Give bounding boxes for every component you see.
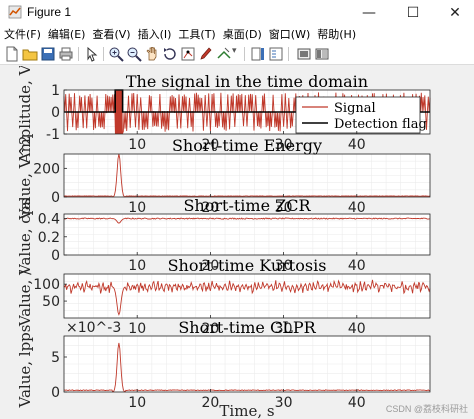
open-file-icon[interactable] — [22, 46, 38, 62]
menu-desktop[interactable]: 桌面(D) — [223, 26, 262, 42]
axes-title: Short-time CLPR — [178, 318, 316, 337]
pointer-icon[interactable] — [84, 46, 100, 62]
insert-colorbar-icon[interactable] — [250, 46, 266, 62]
legend-signal-label: Signal — [334, 101, 376, 116]
toolbar-separator — [103, 47, 104, 61]
menu-view[interactable]: 查看(V) — [92, 26, 130, 42]
menu-tools[interactable]: 工具(T) — [178, 26, 215, 42]
brush-icon[interactable] — [198, 46, 214, 62]
x-tick-label: 20 — [201, 395, 219, 411]
x-tick-label: 40 — [348, 321, 366, 337]
new-figure-icon[interactable] — [4, 46, 20, 62]
y-tick-label: 0 — [51, 385, 60, 401]
insert-legend-icon[interactable] — [268, 46, 284, 62]
y-multiplier-label: ×10^-3 — [66, 320, 121, 336]
zoom-in-icon[interactable] — [108, 46, 124, 62]
toolbar-separator — [288, 47, 289, 61]
x-tick-label: 40 — [348, 395, 366, 411]
axes-title: Short-time Kurtosis — [168, 256, 327, 275]
y-tick-label: 100 — [33, 277, 60, 293]
menu-insert[interactable]: 插入(I) — [138, 26, 172, 42]
hide-plot-tools-icon[interactable] — [296, 46, 312, 62]
minimize-button[interactable]: — — [349, 0, 389, 25]
menu-window[interactable]: 窗口(W) — [269, 26, 310, 42]
y-axis-label: Value, cps — [16, 198, 34, 276]
y-axis-label: Value, / — [16, 269, 34, 327]
signal-burst — [115, 90, 123, 134]
figure-canvas[interactable]: Signal Detection flag 10 20 30 40 -1 0 1 The sign… — [0, 66, 474, 419]
y-tick-label: -1 — [46, 127, 60, 143]
print-icon[interactable] — [58, 46, 74, 62]
x-tick-label: 30 — [275, 395, 293, 411]
x-axis-label: Time, s — [219, 402, 274, 419]
x-tick-label: 10 — [128, 258, 146, 274]
brush-dropdown-icon[interactable]: ▾ — [232, 46, 237, 56]
menu-file[interactable]: 文件(F) — [4, 26, 41, 42]
y-tick-label: 200 — [33, 161, 60, 177]
title-bar: Figure 1 — ☐ ✕ — [0, 0, 474, 25]
data-cursor-icon[interactable] — [180, 46, 196, 62]
axes-title: Short-time ZCR — [183, 196, 311, 215]
matlab-figure-icon — [8, 5, 22, 19]
maximize-button[interactable]: ☐ — [393, 0, 433, 25]
y-tick-label: 1 — [51, 83, 60, 99]
watermark-text: CSDN @荔枝科研社 — [385, 404, 468, 414]
x-tick-label: 10 — [128, 395, 146, 411]
close-button[interactable]: ✕ — [435, 0, 474, 25]
show-plot-tools-icon[interactable] — [314, 46, 330, 62]
y-tick-label: 0 — [51, 248, 60, 264]
x-tick-label: 10 — [128, 137, 146, 153]
y-tick-label: 5 — [51, 350, 60, 366]
menu-help[interactable]: 帮助(H) — [317, 26, 356, 42]
toolbar: ▾ — [0, 43, 474, 65]
pan-icon[interactable] — [144, 46, 160, 62]
y-tick-label: 0 — [51, 105, 60, 121]
toolbar-separator — [78, 47, 79, 61]
window-title: Figure 1 — [27, 5, 72, 19]
rotate-3d-icon[interactable] — [162, 46, 178, 62]
zoom-out-icon[interactable] — [126, 46, 142, 62]
figure-window: Figure 1 — ☐ ✕ 文件(F) 编辑(E) 查看(V) 插入(I) 工… — [0, 0, 474, 419]
axes-title: The signal in the time domain — [126, 72, 368, 91]
y-tick-label: 50 — [42, 294, 60, 310]
x-tick-label: 10 — [128, 321, 146, 337]
toolbar-separator — [244, 47, 245, 61]
link-plot-icon[interactable] — [216, 46, 232, 62]
y-tick-label: 0.2 — [38, 230, 60, 246]
axes-title: Short-time Energy — [172, 136, 322, 155]
legend-flag-label: Detection flag — [334, 117, 427, 132]
y-tick-label: 0 — [51, 190, 60, 206]
y-axis-label: Value, lpps — [16, 325, 34, 409]
menu-bar: 文件(F) 编辑(E) 查看(V) 插入(I) 工具(T) 桌面(D) 窗口(W… — [0, 25, 474, 43]
y-tick-label: 0.4 — [38, 212, 60, 228]
menu-edit[interactable]: 编辑(E) — [48, 26, 86, 42]
save-icon[interactable] — [40, 46, 56, 62]
x-tick-label: 40 — [348, 137, 366, 153]
x-tick-label: 40 — [348, 258, 366, 274]
plots-svg[interactable]: SignalDetection flag 10 20 30 40 -1 0 1 The sign… — [0, 66, 474, 419]
